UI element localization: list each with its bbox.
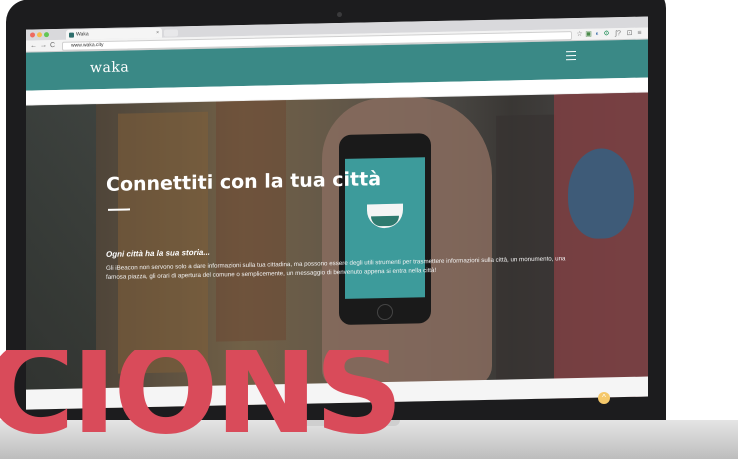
close-window-icon[interactable] — [30, 32, 35, 38]
extension-icon[interactable]: ◐ — [594, 31, 601, 38]
bookmark-star-icon[interactable]: ☆ — [576, 31, 583, 38]
extension-icon[interactable]: ⚙ — [603, 30, 610, 37]
forward-icon[interactable]: → — [40, 41, 47, 50]
site-logo[interactable]: waka — [90, 59, 129, 76]
extension-icon[interactable]: ⊡ — [626, 30, 633, 37]
overlay-title: CIONS — [0, 350, 440, 459]
extension-icon[interactable]: ▣ — [585, 31, 592, 38]
phone-image — [339, 133, 431, 326]
extension-icon[interactable]: ∫? — [613, 30, 623, 37]
new-tab-button[interactable] — [164, 29, 178, 37]
favicon-icon — [69, 32, 74, 38]
hamburger-menu-icon[interactable] — [566, 51, 576, 63]
overlay-word: CIONS — [0, 350, 404, 459]
tab-title: Waka — [76, 31, 89, 38]
reload-icon[interactable]: C — [50, 41, 55, 50]
menu-icon[interactable]: ≡ — [636, 30, 643, 37]
tab-close-icon[interactable]: × — [156, 28, 159, 38]
maximize-window-icon[interactable] — [44, 32, 49, 38]
scroll-up-button[interactable]: ^ — [598, 392, 610, 404]
back-icon[interactable]: ← — [30, 41, 37, 50]
minimize-window-icon[interactable] — [37, 32, 42, 38]
beacon-device-image — [568, 147, 634, 240]
camera-dot — [337, 11, 342, 18]
phone-home-button — [377, 303, 393, 321]
